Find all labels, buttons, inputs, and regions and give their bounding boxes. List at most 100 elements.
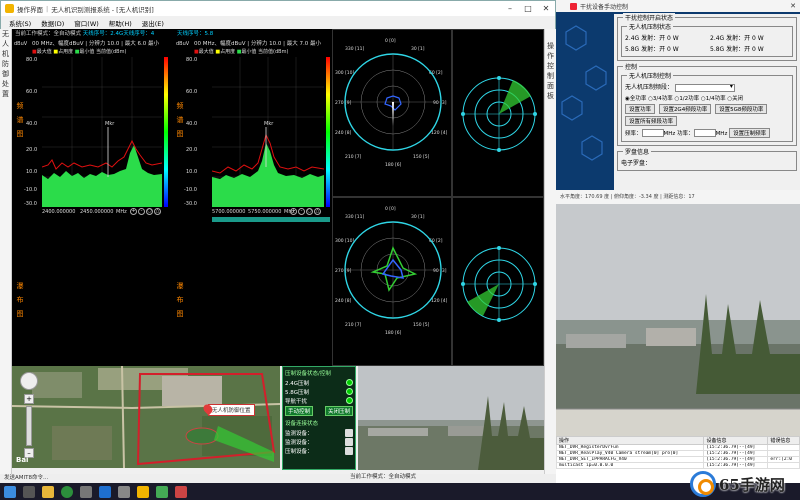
- svg-text:90 [3]: 90 [3]: [433, 100, 447, 106]
- zoom-in-icon[interactable]: +: [24, 394, 34, 404]
- jam-row-24g: 2.4G压制: [285, 378, 353, 387]
- left-dock-tab[interactable]: 无人机防御处置: [0, 29, 12, 474]
- app-icon[interactable]: [175, 485, 187, 498]
- status-led-icon: [346, 397, 353, 404]
- col-operation[interactable]: 操作: [556, 436, 705, 445]
- set-24g-power-button[interactable]: 设置2G4频段功率: [658, 103, 712, 114]
- radio-off[interactable]: ○关闭: [727, 96, 743, 102]
- svg-text:240 [8]: 240 [8]: [335, 298, 352, 304]
- menu-help[interactable]: 帮助(H): [109, 18, 132, 28]
- status-group: 干扰控制开启状态 无人机压制状态 2.4G 发射：开 0 W 2.4G 发射：开…: [617, 13, 797, 61]
- title-bar: 操作界面 | 无人机识别测报系统 - [无人机识别] – □ ✕: [1, 1, 555, 16]
- marker-icon[interactable]: △: [314, 208, 321, 215]
- svg-text:120 [4]: 120 [4]: [431, 298, 448, 304]
- manual-control-button[interactable]: 手动控制: [285, 405, 314, 416]
- taskbar: [0, 483, 800, 500]
- menu-data[interactable]: 数据(D): [41, 18, 64, 28]
- monitor-area: 当前工作模式：全自动模式 天线序号：2.4G天线序号：4 00 MHz、幅度dB…: [12, 29, 544, 366]
- svg-text:90 [3]: 90 [3]: [433, 268, 447, 274]
- app-icon[interactable]: [80, 485, 92, 498]
- spectrum-legend: ■最大值 ■占用度 ■最小值 当前值(dBm): [32, 49, 127, 55]
- app-icon[interactable]: [99, 485, 111, 498]
- close-icon[interactable]: ✕: [790, 2, 796, 10]
- power-input[interactable]: [693, 129, 716, 137]
- maximize-button[interactable]: □: [519, 4, 537, 13]
- sweep-sector: [499, 80, 531, 114]
- reset-icon[interactable]: ○: [306, 208, 313, 215]
- spectrum-params: 00 MHz、幅度dBuV | 分辨力 10.0 | 最大 7.0 最小: [194, 41, 321, 47]
- freq-input[interactable]: [641, 129, 664, 137]
- zoom-out-icon[interactable]: -: [138, 208, 145, 215]
- set-jam-freq-button[interactable]: 设置压制频率: [729, 127, 771, 138]
- folder-icon[interactable]: [42, 485, 54, 498]
- manual-jam-window: 干扰设备手动控制 ✕ 干扰控制开启状态 无人机压制状态 2.4G 发射：开 0 …: [556, 0, 800, 190]
- reset-icon[interactable]: ○: [146, 208, 153, 215]
- watermark: 65手游网: [690, 470, 798, 498]
- svg-text:Mkr: Mkr: [105, 121, 115, 127]
- start-icon[interactable]: [4, 485, 16, 498]
- table-row[interactable]: multicast ip=0.0.0.0 [15:2:36.79]--[49]: [556, 462, 800, 469]
- status-cell: 5.8G 发射：开 0 W: [625, 46, 679, 53]
- status-cell: 5.8G 发射：开 0 W: [710, 46, 764, 53]
- set-58g-power-button[interactable]: 设置5G8频段功率: [715, 103, 768, 114]
- svg-text:150 [5]: 150 [5]: [413, 322, 430, 328]
- svg-text:270 [9]: 270 [9]: [335, 100, 352, 106]
- svg-text:270 [9]: 270 [9]: [335, 268, 352, 274]
- svg-text:240 [8]: 240 [8]: [335, 130, 352, 136]
- menu-window[interactable]: 窗口(W): [74, 18, 99, 28]
- close-button[interactable]: ✕: [537, 4, 555, 13]
- status-bar: 发送AMIT8命令...: [0, 474, 556, 483]
- connection-heading: 设备连接状态: [285, 421, 319, 427]
- satellite-map[interactable]: + – 无人机防御位置 Bai: [12, 366, 280, 468]
- radio-1-2[interactable]: ○1/2功率: [675, 96, 700, 102]
- polar-plot-24g: 0 [0] 30 [1] 60 [2] 90 [3] 120 [4] 150 […: [332, 29, 452, 197]
- svg-text:180 [6]: 180 [6]: [385, 330, 402, 336]
- task-view-icon[interactable]: [23, 485, 35, 498]
- manual-jam-title: 干扰设备手动控制: [580, 3, 629, 11]
- svg-text:30 [1]: 30 [1]: [411, 46, 425, 52]
- marker-icon[interactable]: △: [154, 208, 161, 215]
- zoom-in-icon[interactable]: +: [290, 208, 297, 215]
- menu-exit[interactable]: 退出(E): [142, 18, 164, 28]
- set-power-button[interactable]: 设置功率: [625, 103, 656, 114]
- set-all-power-button[interactable]: 设置所有频段功率: [625, 115, 678, 126]
- svg-text:210 [7]: 210 [7]: [345, 154, 362, 160]
- svg-text:30 [1]: 30 [1]: [411, 214, 425, 220]
- jam-control-panel: 压制设备状态/控制 2.4G压制 5.8G压制 导航干扰 手动控制 关闭压制 设…: [282, 366, 356, 470]
- svg-text:Mkr: Mkr: [264, 121, 274, 127]
- col-error[interactable]: 错误信息: [767, 436, 800, 445]
- svg-text:210 [7]: 210 [7]: [345, 322, 362, 328]
- window-title: 无人机识别测报系统 - [无人机识别]: [51, 5, 154, 14]
- app-icon: [5, 4, 14, 13]
- radio-1-4[interactable]: ○1/4功率: [701, 96, 726, 102]
- app-icon[interactable]: [137, 485, 149, 498]
- right-dock-tab[interactable]: 操作控制面板: [544, 29, 556, 474]
- zoom-in-icon[interactable]: +: [130, 208, 137, 215]
- control-subgroup: 无人机压制控制 无人机压制频段： ◉全功率 ○3/4功率 ○1/2功率 ○1/4…: [621, 71, 793, 142]
- map-popup: 无人机防御位置: [208, 404, 255, 416]
- band-select[interactable]: [674, 83, 735, 92]
- spectrum-panel-24g: 当前工作模式：全自动模式 天线序号：2.4G天线序号：4 00 MHz、幅度dB…: [12, 29, 172, 366]
- col-device[interactable]: 设备信息: [703, 436, 769, 445]
- camera-feed-ptz: [556, 204, 800, 436]
- manual-jam-body: 干扰控制开启状态 无人机压制状态 2.4G 发射：开 0 W 2.4G 发射：开…: [614, 13, 800, 190]
- zoom-slider[interactable]: [26, 406, 32, 446]
- minimize-button[interactable]: –: [501, 4, 519, 13]
- radio-full[interactable]: ◉全功率: [625, 96, 646, 102]
- zoom-out-icon[interactable]: -: [298, 208, 305, 215]
- app-icon[interactable]: [156, 485, 168, 498]
- svg-text:0 [0]: 0 [0]: [385, 206, 396, 212]
- app-icon[interactable]: [118, 485, 130, 498]
- stop-jam-button[interactable]: 关闭压制: [324, 405, 353, 416]
- radar-plot-58g: [452, 197, 544, 366]
- browser-icon[interactable]: [61, 485, 73, 498]
- mode-status: 当前工作模式：全自动模式: [350, 474, 417, 480]
- polar-plot-58g: 0 [0] 30 [1] 60 [2] 90 [3] 120 [4] 150 […: [332, 197, 452, 366]
- radio-3-4[interactable]: ○3/4功率: [648, 96, 673, 102]
- waterfall-plot-24g: [42, 219, 170, 364]
- current-trace: [212, 143, 324, 207]
- pan-control-icon[interactable]: [20, 372, 38, 390]
- antenna-label: 天线序号：2.4G天线序号：4: [82, 31, 155, 37]
- menu-system[interactable]: 系统(S): [9, 18, 31, 28]
- svg-text:330 [11]: 330 [11]: [345, 214, 365, 220]
